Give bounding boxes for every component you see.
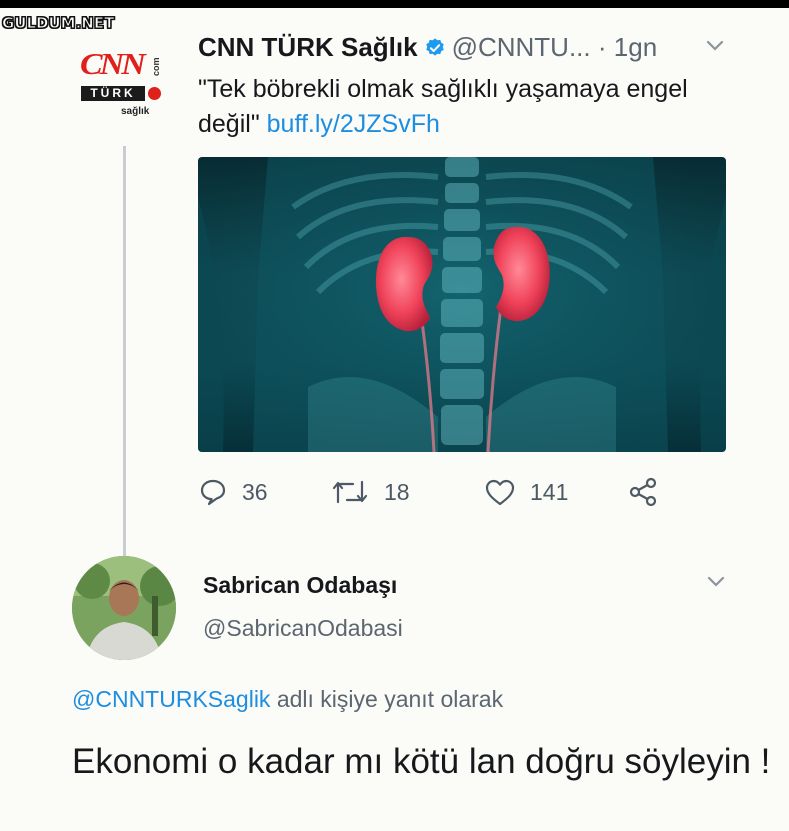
heart-icon	[485, 479, 515, 506]
like-count: 141	[530, 478, 569, 505]
retweet-count: 18	[384, 478, 410, 505]
tweet-actions: 36 18 141	[198, 474, 698, 510]
share-icon	[629, 477, 657, 507]
reply-handle[interactable]: @SabricanOdabasi	[203, 615, 403, 642]
chevron-down-icon[interactable]	[705, 38, 725, 54]
tweet-link[interactable]: buff.ly/2JZSvFh	[267, 110, 440, 138]
reply-display-name[interactable]: Sabrican Odabaşı	[203, 572, 397, 599]
timestamp[interactable]: 1gn	[614, 32, 657, 62]
reply-text: Ekonomi o kadar mı kötü lan doğru söyley…	[72, 742, 771, 781]
reply-action[interactable]: 36	[198, 474, 268, 510]
kidney-anatomy-illustration	[198, 157, 726, 452]
reply-icon	[200, 479, 226, 506]
watermark: GULDUM.NET	[1, 14, 115, 33]
retweet-icon	[332, 480, 368, 504]
retweet-action[interactable]: 18	[330, 474, 410, 510]
tweet-header: CNN TÜRK Sağlık @CNNTU... · 1gn	[198, 32, 657, 63]
reply-to-mention[interactable]: @CNNTURKSaglik	[72, 686, 270, 712]
avatar-photo	[72, 556, 176, 660]
chevron-down-icon[interactable]	[706, 574, 726, 590]
cnn-logo-turk: TÜRK	[81, 86, 145, 101]
display-name[interactable]: CNN TÜRK Sağlık	[198, 32, 418, 62]
replying-to: @CNNTURKSaglik adlı kişiye yanıt olarak	[72, 686, 503, 713]
like-action[interactable]: 141	[484, 474, 568, 510]
cnn-logo-com: com	[151, 57, 161, 76]
thread-line	[123, 146, 126, 556]
cnn-logo-caption: sağlık	[121, 106, 150, 117]
tweet-media-image[interactable]	[198, 157, 726, 452]
reply-to-suffix: adlı kişiye yanıt olarak	[270, 686, 504, 712]
verified-badge-icon	[425, 38, 444, 56]
user-avatar-photo[interactable]	[72, 556, 176, 660]
share-action[interactable]	[628, 474, 658, 510]
reply-count: 36	[242, 478, 268, 505]
tweet-screenshot: GULDUM.NET CNN com TÜRK sağlık CNN TÜRK …	[0, 8, 789, 831]
tweet-text: "Tek böbrekli olmak sağlıklı yaşamaya en…	[198, 72, 718, 142]
handle[interactable]: @CNNTU...	[452, 32, 591, 62]
cnn-logo-dot	[148, 87, 161, 100]
cnn-turk-avatar[interactable]: CNN com TÜRK sağlık	[75, 36, 175, 128]
cnn-logo-word: CNN	[80, 47, 146, 82]
separator: ·	[597, 32, 607, 62]
